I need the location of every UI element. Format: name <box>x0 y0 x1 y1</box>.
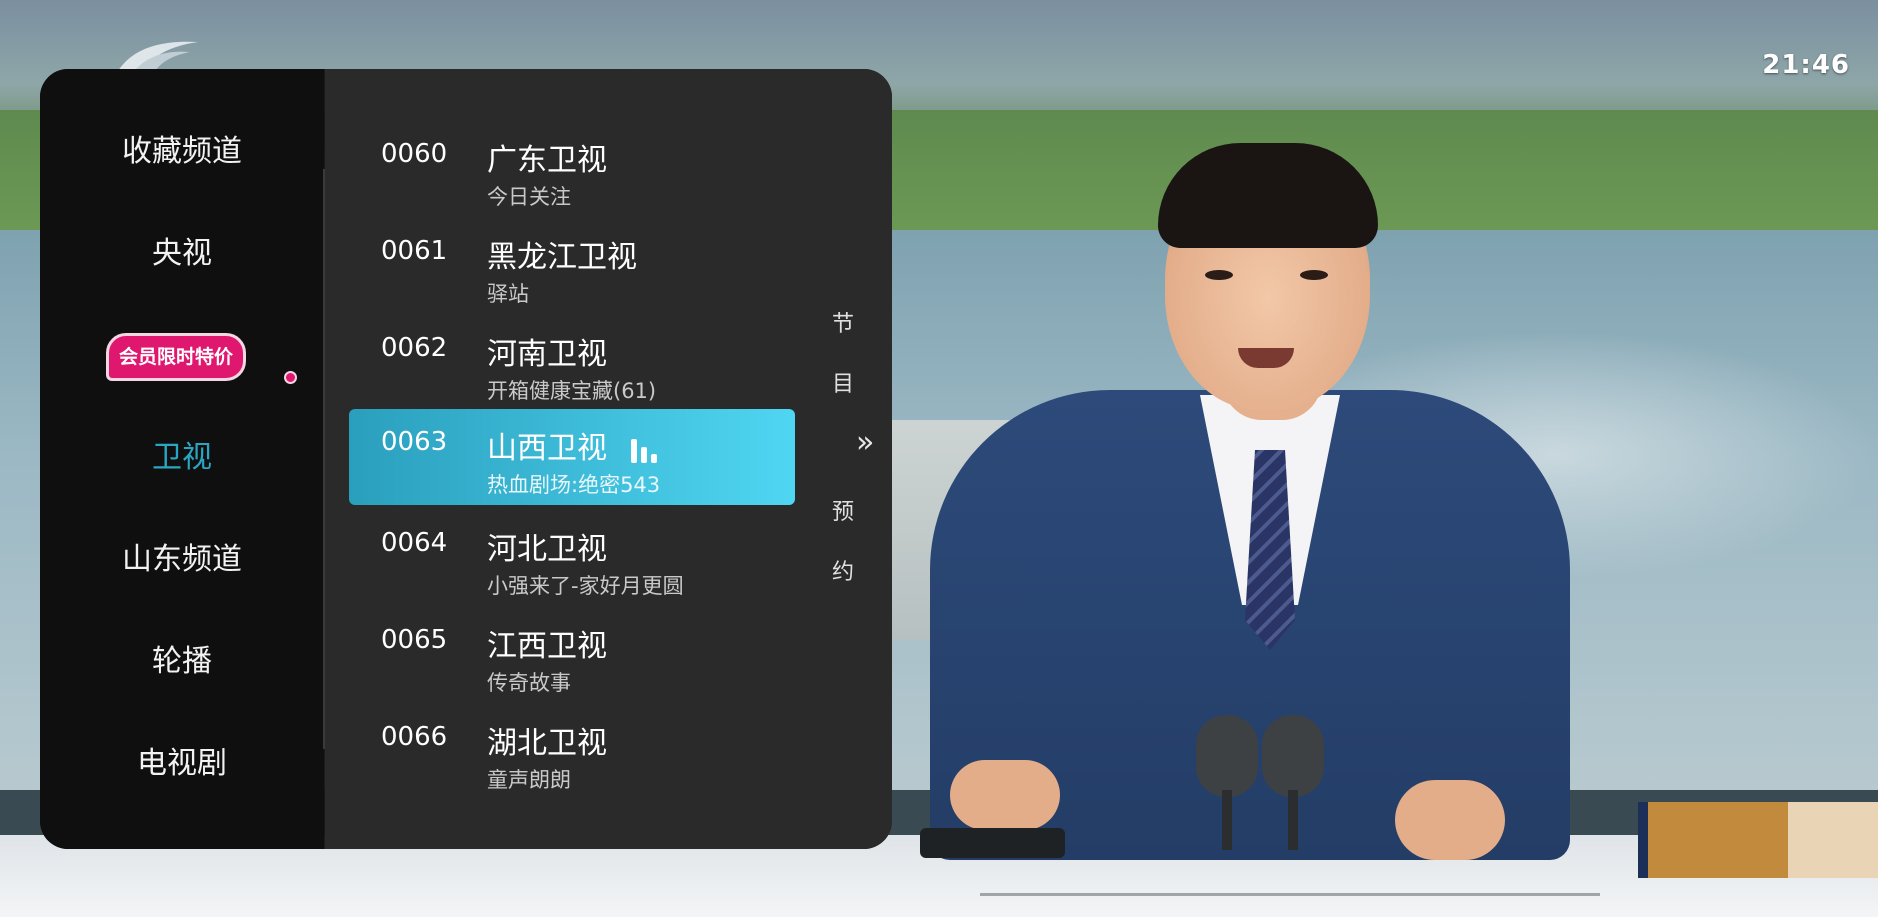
channel-number: 0062 <box>381 333 448 363</box>
anchor-eye-left <box>1205 270 1233 280</box>
channel-row[interactable]: 0062 河南卫视 开箱健康宝藏(61) <box>349 325 795 421</box>
current-program: 热血剧场:绝密543 <box>487 473 661 497</box>
category-cctv[interactable]: 央视 <box>40 234 324 274</box>
channel-row[interactable]: 0064 河北卫视 小强来了-家好月更圆 <box>349 520 795 616</box>
microphone-right <box>1262 715 1324 797</box>
mic-stand-right <box>1288 790 1298 850</box>
microphone-left <box>1196 715 1258 797</box>
current-program: 小强来了-家好月更圆 <box>487 574 684 598</box>
current-program: 传奇故事 <box>487 671 571 695</box>
channel-number: 0066 <box>381 722 448 752</box>
reserve-tab-char[interactable]: 约 <box>832 554 854 586</box>
desk-edge <box>980 893 1600 896</box>
clock: 21:46 <box>1762 50 1850 80</box>
channel-name-wrap: 山西卫视 <box>487 423 663 467</box>
anchor-hand-left <box>950 760 1060 830</box>
promo-badge[interactable]: 会员限时特价 <box>106 333 247 381</box>
channel-row-selected[interactable]: 0063 山西卫视 热血剧场:绝密543 <box>349 409 795 505</box>
channel-name: 湖北卫视 <box>487 726 607 761</box>
channel-name: 江西卫视 <box>487 629 607 664</box>
epg-tab-char[interactable]: 目 <box>832 366 854 398</box>
anchor-hand-right <box>1395 780 1505 860</box>
channel-number: 0061 <box>381 236 448 266</box>
channel-row[interactable]: 0065 江西卫视 传奇故事 <box>349 617 795 713</box>
channel-name: 河南卫视 <box>487 337 607 372</box>
channel-number: 0065 <box>381 625 448 655</box>
category-satellite[interactable]: 卫视 <box>40 438 324 478</box>
channel-name: 山西卫视 <box>487 431 607 466</box>
anchor-eye-right <box>1300 270 1328 280</box>
category-carousel[interactable]: 轮播 <box>40 642 324 682</box>
category-shandong[interactable]: 山东频道 <box>40 540 324 580</box>
category-favorites[interactable]: 收藏频道 <box>40 132 324 172</box>
epg-tab-char[interactable]: 节 <box>832 306 854 338</box>
channel-name: 河北卫视 <box>487 532 607 567</box>
channel-row[interactable]: 0066 湖北卫视 童声朗朗 <box>349 714 795 810</box>
channel-name: 广东卫视 <box>487 143 607 178</box>
desk-device <box>920 828 1065 858</box>
current-program: 童声朗朗 <box>487 768 571 792</box>
channel-number: 0063 <box>381 427 448 457</box>
now-playing-icon <box>629 437 663 463</box>
anchor-hair <box>1158 143 1378 248</box>
reserve-tab-char[interactable]: 预 <box>832 494 854 526</box>
current-program: 驿站 <box>487 282 529 306</box>
expand-chevron-icon[interactable]: » <box>856 425 874 460</box>
channel-row[interactable]: 0060 广东卫视 今日关注 <box>349 131 795 227</box>
channel-name: 黑龙江卫视 <box>487 240 637 275</box>
current-program: 开箱健康宝藏(61) <box>487 379 657 403</box>
channel-number: 0060 <box>381 139 448 169</box>
lower-third-graphic <box>1638 802 1878 878</box>
current-program: 今日关注 <box>487 185 571 209</box>
channel-number: 0064 <box>381 528 448 558</box>
mic-stand-left <box>1222 790 1232 850</box>
promo-dot <box>284 371 297 384</box>
channel-row[interactable]: 0061 黑龙江卫视 驿站 <box>349 228 795 324</box>
category-tv-series[interactable]: 电视剧 <box>40 744 324 784</box>
